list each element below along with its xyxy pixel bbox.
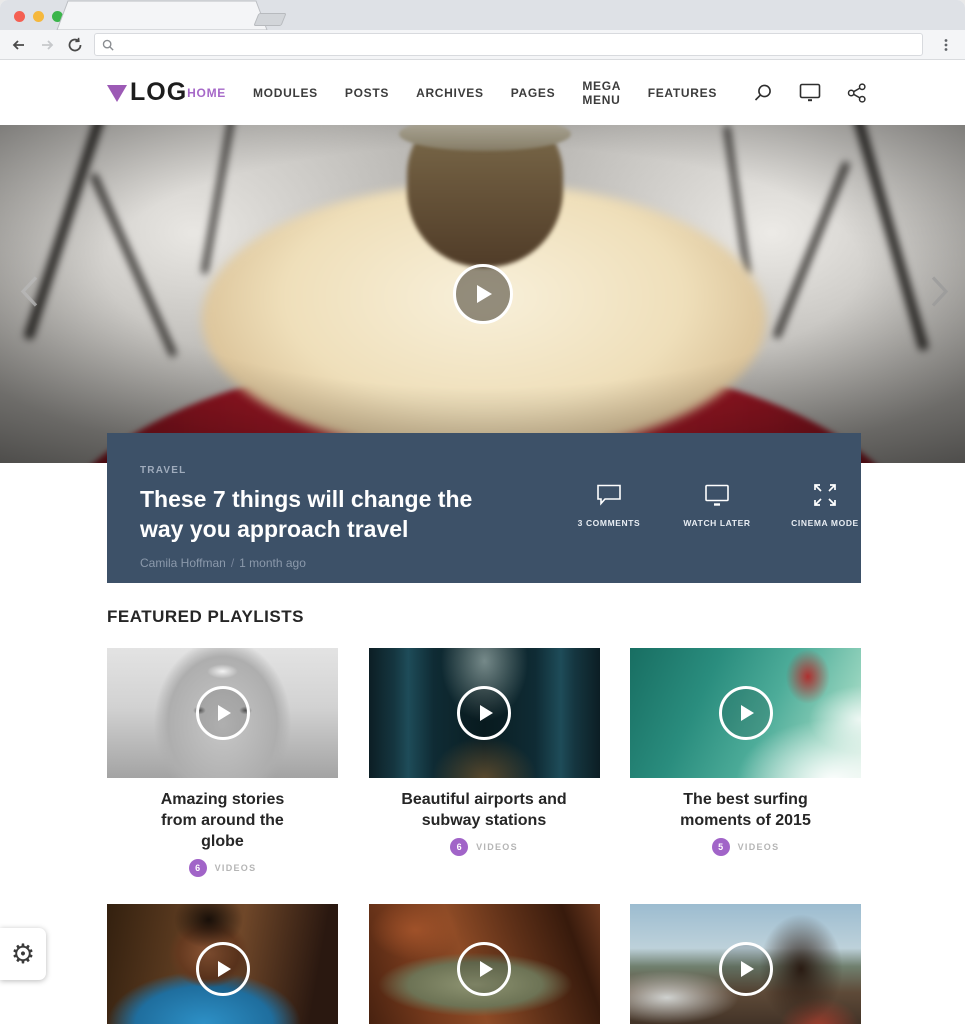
videos-label: VIDEOS [215, 863, 257, 873]
search-icon[interactable] [753, 83, 773, 103]
play-icon[interactable] [719, 686, 773, 740]
menu-item-pages[interactable]: PAGES [511, 86, 556, 100]
share-icon[interactable] [847, 83, 867, 103]
expand-icon [813, 483, 837, 507]
playlist-thumbnail[interactable] [369, 904, 600, 1024]
menu-item-posts[interactable]: POSTS [345, 86, 389, 100]
play-icon[interactable] [719, 942, 773, 996]
playlist-thumbnail[interactable] [107, 648, 338, 778]
playlist-thumbnail[interactable] [107, 904, 338, 1024]
browser-tab[interactable] [56, 0, 268, 30]
menu-item-modules[interactable]: MODULES [253, 86, 318, 100]
logo-triangle-icon [107, 85, 127, 102]
gear-icon: ⚙ [11, 941, 35, 968]
play-icon[interactable] [196, 942, 250, 996]
menu-item-mega-menu[interactable]: MEGA MENU [582, 79, 620, 107]
post-actions: 3 COMMENTS WATCH LATER [573, 465, 861, 583]
new-tab-button[interactable] [253, 13, 286, 26]
forward-icon[interactable] [38, 36, 56, 54]
watch-later-label: WATCH LATER [683, 518, 750, 528]
hero-play-button[interactable] [453, 264, 513, 324]
address-input[interactable] [120, 38, 915, 52]
browser-tab-strip [0, 0, 965, 30]
comments-button[interactable]: 3 COMMENTS [573, 483, 645, 583]
comment-icon [596, 483, 622, 507]
video-count-badge: 6 [189, 859, 207, 877]
slider-next-icon[interactable] [929, 275, 951, 314]
watch-later-button[interactable]: WATCH LATER [681, 483, 753, 583]
post-title[interactable]: These 7 things will change the way you a… [140, 484, 501, 544]
cinema-mode-button[interactable]: CINEMA MODE [789, 483, 861, 583]
featured-playlists-heading: FEATURED PLAYLISTS [107, 607, 861, 627]
playlist-card-coast[interactable] [630, 904, 861, 1024]
playlist-count: 6 VIDEOS [369, 838, 600, 856]
playlist-grid-row-2 [107, 904, 861, 1024]
videos-label: VIDEOS [738, 842, 780, 852]
settings-panel-toggle[interactable]: ⚙ [0, 928, 46, 980]
video-count-badge: 5 [712, 838, 730, 856]
browser-menu-icon[interactable] [937, 36, 955, 54]
playlist-thumbnail[interactable] [369, 648, 600, 778]
site-logo[interactable]: LOG [107, 78, 187, 107]
video-count-badge: 6 [450, 838, 468, 856]
post-category[interactable]: TRAVEL [140, 465, 501, 476]
logo-text: LOG [130, 78, 187, 107]
meta-separator: / [231, 556, 234, 570]
play-icon[interactable] [457, 942, 511, 996]
close-window-button[interactable] [14, 11, 25, 22]
back-icon[interactable] [10, 36, 28, 54]
monitor-icon [704, 483, 730, 507]
playlist-thumbnail[interactable] [630, 904, 861, 1024]
playlist-card-beautiful-airports[interactable]: Beautiful airports and subway stations 6… [369, 648, 600, 877]
address-bar[interactable] [94, 33, 923, 56]
watch-later-icon[interactable] [799, 83, 821, 102]
playlist-card-best-surfing[interactable]: The best surfing moments of 2015 5 VIDEO… [630, 648, 861, 877]
address-search-icon [102, 39, 114, 51]
playlist-card-amazing-stories[interactable]: Amazing stories from around the globe 6 … [107, 648, 338, 877]
menu-item-features[interactable]: FEATURES [648, 86, 717, 100]
hero-slider [0, 125, 965, 463]
post-author[interactable]: Camila Hoffman [140, 556, 226, 570]
playlist-card-girl[interactable] [107, 904, 338, 1024]
menu-item-archives[interactable]: ARCHIVES [416, 86, 484, 100]
comments-label: 3 COMMENTS [578, 518, 641, 528]
play-icon[interactable] [457, 686, 511, 740]
nav-icon-group [753, 83, 867, 103]
playlist-count: 6 VIDEOS [107, 859, 338, 877]
browser-toolbar [0, 30, 965, 60]
menu-item-home[interactable]: HOME [187, 86, 226, 100]
site-navbar: LOG HOME MODULES POSTS ARCHIVES PAGES ME… [0, 60, 965, 125]
videos-label: VIDEOS [476, 842, 518, 852]
minimize-window-button[interactable] [33, 11, 44, 22]
playlist-count: 5 VIDEOS [630, 838, 861, 856]
play-icon[interactable] [196, 686, 250, 740]
reload-icon[interactable] [66, 36, 84, 54]
main-menu: HOME MODULES POSTS ARCHIVES PAGES MEGA M… [187, 79, 717, 107]
playlist-title[interactable]: The best surfing moments of 2015 [658, 789, 833, 831]
cinema-mode-label: CINEMA MODE [791, 518, 859, 528]
playlist-title[interactable]: Beautiful airports and subway stations [382, 789, 587, 831]
post-date: 1 month ago [239, 556, 306, 570]
playlist-title[interactable]: Amazing stories from around the globe [148, 789, 298, 852]
featured-post-card: TRAVEL These 7 things will change the wa… [107, 433, 861, 583]
playlist-grid-row-1: Amazing stories from around the globe 6 … [107, 648, 861, 877]
slider-prev-icon[interactable] [18, 275, 40, 314]
playlist-thumbnail[interactable] [630, 648, 861, 778]
site-page: LOG HOME MODULES POSTS ARCHIVES PAGES ME… [0, 60, 965, 1024]
post-meta: Camila Hoffman / 1 month ago [140, 556, 501, 570]
browser-window: LOG HOME MODULES POSTS ARCHIVES PAGES ME… [0, 0, 965, 1024]
playlist-card-iguana[interactable] [369, 904, 600, 1024]
